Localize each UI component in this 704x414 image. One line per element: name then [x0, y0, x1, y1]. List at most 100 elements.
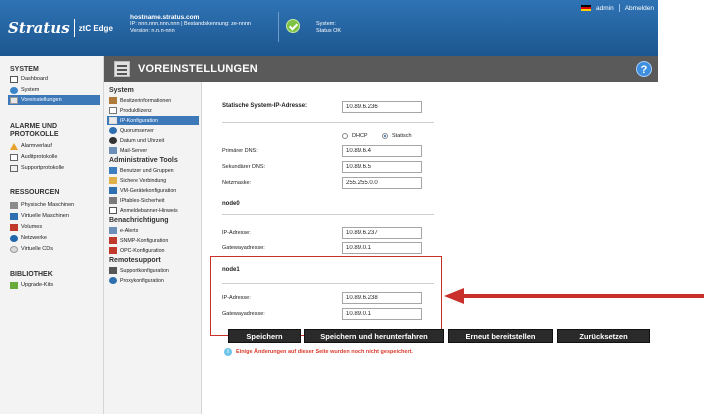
support-config-icon [109, 267, 117, 274]
subnav-item-login-banner[interactable]: Anmeldebanner-Hinweis [109, 206, 201, 215]
nav-item-virtual-cds[interactable]: Virtuelle CDs [10, 244, 102, 254]
static-label: Statisch [392, 133, 412, 139]
subnav-item-quorum[interactable]: Quorumserver [109, 126, 201, 135]
ip-config-icon [109, 117, 117, 124]
node0-ip-input[interactable] [342, 227, 422, 239]
node1-ip-label: IP-Adresse: [222, 295, 251, 301]
nav-item-preferences[interactable]: Voreinstellungen [8, 95, 100, 105]
german-flag-icon[interactable] [581, 5, 591, 11]
system-label: System: [316, 21, 336, 27]
volume-icon [10, 223, 18, 231]
nav-item-label: Virtuelle Maschinen [21, 213, 69, 219]
netmask-input[interactable] [342, 177, 422, 189]
nav-item-alarm-history[interactable]: Alarmverlauf [10, 141, 102, 151]
nav-item-label: Virtuelle CDs [21, 246, 53, 252]
subnav-item-license[interactable]: Produktlizenz [109, 106, 201, 115]
preferences-subnav: System Besitzerinformationen Produktlize… [104, 82, 202, 414]
subnav-item-datetime[interactable]: Datum und Uhrzeit [109, 136, 201, 145]
save-shutdown-button[interactable]: Speichern und herunterfahren [304, 329, 444, 343]
subnav-item-label: Mail-Server [120, 147, 148, 154]
nav-item-label: Volumes [21, 224, 43, 230]
nav-item-dashboard[interactable]: Dashboard [10, 74, 102, 84]
nav-item-label: System [21, 87, 40, 93]
subnav-item-secure-connection[interactable]: Sichere Verbindung [109, 176, 201, 185]
subnav-item-label: Proxykonfiguration [120, 277, 164, 284]
node0-divider [222, 214, 434, 215]
ip-line: IP: nnn.nnn.nnn.nnn | Bestandskennung: z… [130, 21, 251, 27]
host-info: hostname.stratus.com IP: nnn.nnn.nnn.nnn… [130, 14, 251, 35]
status-divider [278, 12, 279, 42]
subnav-item-label: IP-Konfiguration [120, 117, 158, 124]
subnav-item-proxy-config[interactable]: Proxykonfiguration [109, 276, 201, 285]
nav-section-alarms: ALARME UND PROTOKOLLE [10, 123, 59, 138]
link-separator [618, 4, 620, 12]
nav-item-label: Supportprotokolle [21, 165, 65, 171]
save-button[interactable]: Speichern [228, 329, 301, 343]
dhcp-radio[interactable]: DHCP [342, 133, 368, 139]
dashboard-icon [10, 75, 18, 83]
node0-gateway-input[interactable] [342, 242, 422, 254]
subnav-item-label: Benutzer und Gruppen [120, 167, 174, 174]
ip-config-form: Statische System-IP-Adresse: DHCP Statis… [202, 82, 658, 414]
nav-item-support-logs[interactable]: Supportprotokolle [10, 163, 102, 173]
warning-icon [10, 142, 18, 150]
callout-arrow-icon [444, 288, 704, 304]
top-banner: Stratus ztC Edge hostname.stratus.com IP… [0, 0, 658, 56]
static-radio[interactable]: Statisch [382, 133, 412, 139]
static-ip-input[interactable] [342, 101, 422, 113]
page-header: VOREINSTELLUNGEN ? [104, 56, 658, 82]
subnav-item-opc[interactable]: OPC-Konfiguration [109, 246, 201, 255]
subnav-item-iptables[interactable]: IPtables-Sicherheit [109, 196, 201, 205]
firewall-icon [109, 197, 117, 204]
vm-device-icon [109, 187, 117, 194]
nav-item-physical-machines[interactable]: Physische Maschinen [10, 200, 102, 210]
nav-item-label: Physische Maschinen [21, 202, 75, 208]
left-nav: SYSTEM Dashboard System Voreinstellungen… [0, 56, 104, 414]
product-name: ztC Edge [78, 23, 113, 33]
cd-icon [10, 245, 18, 253]
primary-dns-input[interactable] [342, 145, 422, 157]
server-icon [10, 201, 18, 209]
preferences-header-icon [114, 61, 130, 77]
unsaved-warning: i Einige Änderungen auf dieser Seite wur… [224, 348, 413, 356]
subnav-item-label: Datum und Uhrzeit [120, 137, 165, 144]
globe-icon [10, 86, 18, 94]
users-icon [109, 167, 117, 174]
nav-section-system: SYSTEM [10, 66, 39, 73]
stratus-logo: Stratus ztC Edge [8, 17, 113, 39]
document-icon [10, 153, 18, 161]
node1-ip-input[interactable] [342, 292, 422, 304]
redeploy-button[interactable]: Erneut bereitstellen [448, 329, 553, 343]
subnav-item-label: Besitzerinformationen [120, 97, 172, 104]
logout-link[interactable]: Abmelden [625, 5, 654, 12]
node0-title: node0 [222, 201, 240, 207]
nav-item-system[interactable]: System [10, 85, 102, 95]
subnav-section-notification: Benachrichtigung [109, 217, 169, 224]
node1-gateway-input[interactable] [342, 308, 422, 320]
subnav-item-ip-config[interactable]: IP-Konfiguration [107, 116, 199, 125]
license-icon [109, 107, 117, 114]
nav-item-upgrade-kits[interactable]: Upgrade-Kits [10, 280, 102, 290]
subnav-item-vm-device-config[interactable]: VM-Gerätekonfiguration [109, 186, 201, 195]
help-icon[interactable]: ? [636, 61, 652, 77]
secondary-dns-input[interactable] [342, 161, 422, 173]
nav-item-virtual-machines[interactable]: Virtuelle Maschinen [10, 211, 102, 221]
subnav-section-admin-tools: Administrative Tools [109, 157, 178, 164]
nav-item-label: Voreinstellungen [21, 97, 62, 103]
subnav-item-snmp[interactable]: SNMP-Konfiguration [109, 236, 201, 245]
warning-text: Einige Änderungen auf dieser Seite wurde… [236, 349, 413, 355]
mail-icon [109, 147, 117, 154]
subnav-item-label: Anmeldebanner-Hinweis [120, 207, 178, 214]
nav-item-networks[interactable]: Netzwerke [10, 233, 102, 243]
subnav-item-owner-info[interactable]: Besitzerinformationen [109, 96, 201, 105]
subnav-item-support-config[interactable]: Supportkonfiguration [109, 266, 201, 275]
nav-item-audit-logs[interactable]: Auditprotokolle [10, 152, 102, 162]
reset-button[interactable]: Zurücksetzen [557, 329, 650, 343]
static-ip-label: Statische System-IP-Adresse: [222, 103, 308, 109]
user-link[interactable]: admin [596, 5, 614, 12]
subnav-item-users-groups[interactable]: Benutzer und Gruppen [109, 166, 201, 175]
subnav-item-mail-server[interactable]: Mail-Server [109, 146, 201, 155]
subnav-item-ealerts[interactable]: e-Alerts [109, 226, 201, 235]
nav-item-volumes[interactable]: Volumes [10, 222, 102, 232]
radio-dot-selected [382, 133, 388, 139]
